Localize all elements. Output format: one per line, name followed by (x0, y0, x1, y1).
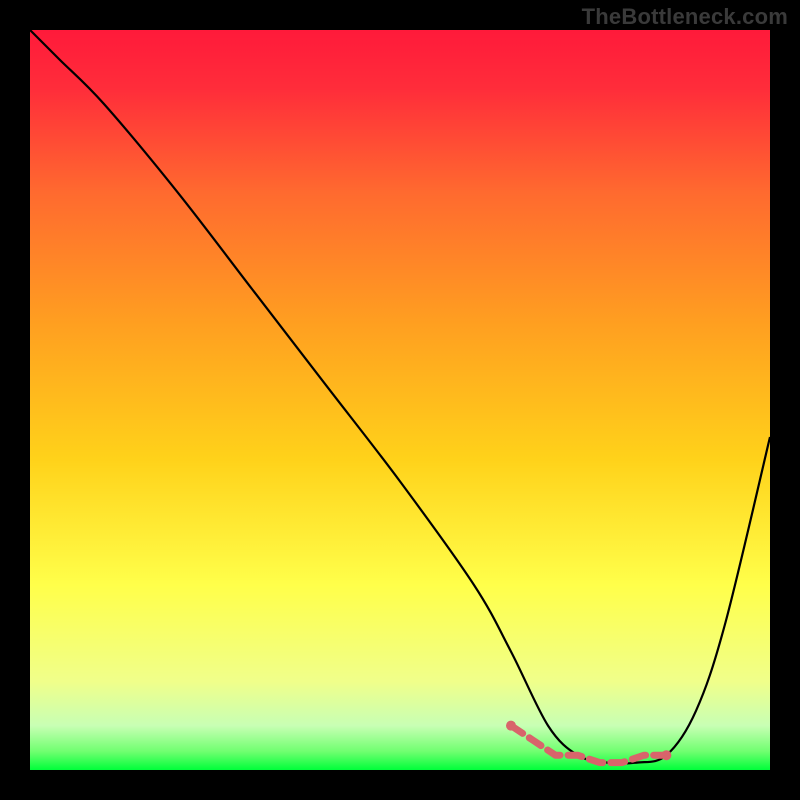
plot-area (30, 30, 770, 770)
chart-container: { "watermark": "TheBottleneck.com", "col… (0, 0, 800, 800)
watermark-text: TheBottleneck.com (582, 4, 788, 30)
chart-svg (30, 30, 770, 770)
gradient-background (30, 30, 770, 770)
